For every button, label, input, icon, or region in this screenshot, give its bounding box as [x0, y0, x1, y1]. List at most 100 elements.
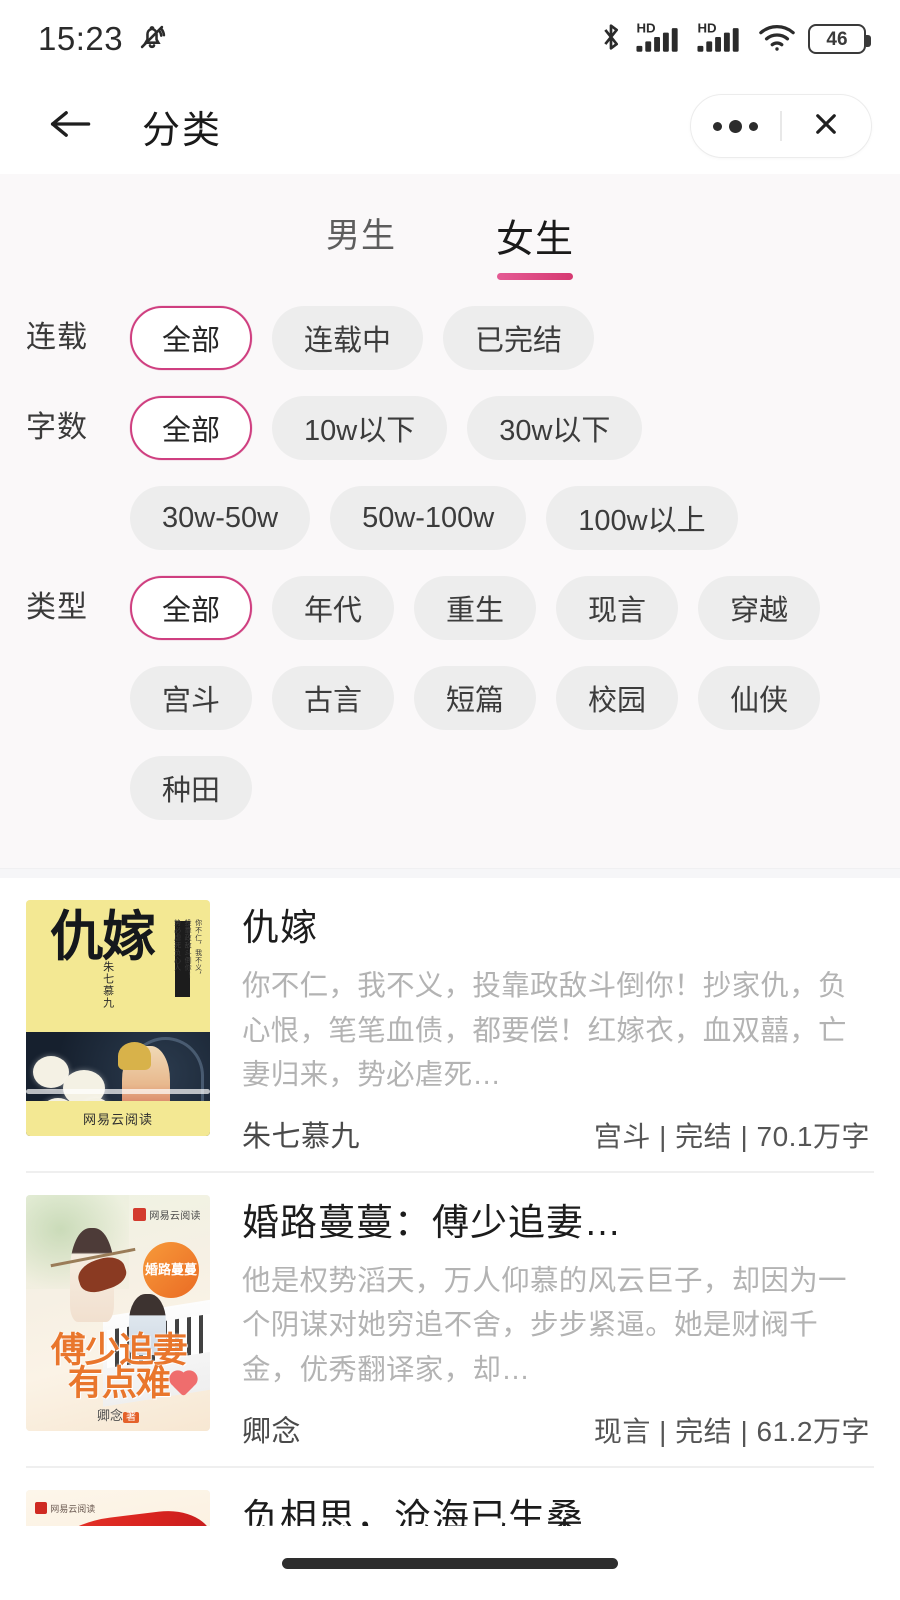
cover-author-text: 卿念: [96, 1407, 123, 1423]
hd-signal-icon: HD: [635, 19, 685, 60]
status-bar: 15:23 HD HD 46: [0, 0, 900, 78]
chip-genre-xiaoyuan[interactable]: 校园: [556, 666, 679, 730]
book-tags: 现言 | 完结 | 61.2万字: [593, 1415, 870, 1447]
chip-genre-duanpian[interactable]: 短篇: [414, 666, 537, 730]
book-title: 负相思，沧海已生桑: [242, 1496, 584, 1526]
tab-female[interactable]: 女生: [496, 208, 574, 280]
filter-chips-genre-2: 宫斗 古言 短篇 校园 仙侠: [130, 666, 900, 730]
cover-brand: 网易云阅读: [149, 1210, 201, 1222]
silent-bell-icon: [135, 20, 169, 59]
filter-row-genre-3: 种田: [0, 756, 900, 820]
cover-art-fu-xiangsi: 网易云阅读 负相思 沧海 已生桑 FUXIANGSI CANGHAI YISHE…: [26, 1489, 210, 1526]
filter-label-serialization: 连载: [26, 321, 88, 354]
section-separator: [0, 868, 900, 878]
wifi-icon: [757, 21, 797, 58]
chip-genre-all[interactable]: 全部: [130, 576, 253, 640]
filter-chips-wordcount: 全部 10w以下 30w以下: [130, 396, 900, 460]
filter-label-genre: 类型: [26, 591, 88, 624]
filter-chips-wordcount-2: 30w-50w 50w-100w 100w以上: [130, 486, 900, 550]
more-button[interactable]: [691, 95, 780, 157]
cover-brand: 网易云阅读: [50, 1503, 96, 1514]
chip-serialization-completed[interactable]: 已完结: [443, 306, 595, 370]
filter-row-serialization: 连载 全部 连载中 已完结: [0, 306, 900, 370]
book-tags: 宫斗 | 完结 | 70.1万字: [593, 1120, 870, 1152]
filter-row-wordcount-2: 30w-50w 50w-100w 100w以上: [0, 486, 900, 550]
cover-title-text: 仇嫁: [49, 903, 156, 968]
book-author: 朱七慕九: [242, 1120, 361, 1153]
book-cover: 网易云阅读 婚路蔓蔓 傅少追妻 有点难 卿念著: [26, 1194, 210, 1431]
cover-author-line: 卿念著: [26, 1405, 210, 1424]
svg-text:HD: HD: [636, 20, 655, 35]
status-bar-left: 15:23: [38, 20, 169, 59]
chip-serialization-all[interactable]: 全部: [130, 306, 253, 370]
svg-text:HD: HD: [697, 20, 716, 35]
book-list-item[interactable]: 网易云阅读 婚路蔓蔓 傅少追妻 有点难 卿念著 婚路蔓蔓：傅少追妻… 他是权势滔…: [0, 1173, 900, 1468]
cover-brand: 网易云阅读: [82, 1111, 153, 1127]
book-description: 他是权势滔天，万人仰慕的风云巨子，却因为一个阴谋对她穷追不舍，步步紧逼。她是财阀…: [242, 1265, 847, 1386]
chip-genre-zhongtian[interactable]: 种田: [130, 756, 253, 820]
chip-wordcount-over100w[interactable]: 100w以上: [546, 486, 738, 550]
book-list: 仇嫁 朱七慕九 你不仁，我不义，投靠政敌斗倒你！势必虐死负心人 网易云阅读 仇嫁…: [0, 878, 900, 1526]
home-indicator-area: [0, 1526, 900, 1600]
filter-row-wordcount: 字数 全部 10w以下 30w以下: [0, 396, 900, 460]
cover-side-text: 你不仁，我不义，投靠政敌斗倒你！势必虐死负心人: [173, 918, 202, 979]
filter-panel: 男生 女生 连载 全部 连载中 已完结 字数 全部 10w以下 30w以下 30…: [0, 174, 900, 868]
chip-wordcount-30w-50w[interactable]: 30w-50w: [130, 486, 311, 550]
filter-row-genre: 类型 全部 年代 重生 现言 穿越: [0, 576, 900, 640]
book-cover: 仇嫁 朱七慕九 你不仁，我不义，投靠政敌斗倒你！势必虐死负心人 网易云阅读: [26, 900, 210, 1136]
chip-wordcount-under10w[interactable]: 10w以下: [272, 396, 448, 460]
book-title: 婚路蔓蔓：傅少追妻…: [242, 1201, 622, 1243]
book-title: 仇嫁: [242, 907, 318, 948]
filter-chips-genre: 全部 年代 重生 现言 穿越: [130, 576, 900, 640]
gender-tabs: 男生 女生: [0, 174, 900, 280]
chip-genre-xianyan[interactable]: 现言: [556, 576, 679, 640]
cover-brand-logo: 网易云阅读: [35, 1502, 95, 1515]
filter-chips-serialization: 全部 连载中 已完结: [130, 306, 900, 370]
cover-art-chou-jia: 仇嫁 朱七慕九 你不仁，我不义，投靠政敌斗倒你！势必虐死负心人 网易云阅读: [26, 900, 210, 1136]
chip-serialization-ongoing[interactable]: 连载中: [272, 306, 424, 370]
filter-label-wordcount: 字数: [26, 411, 88, 444]
close-button[interactable]: [782, 95, 871, 157]
battery-icon: 46: [808, 24, 871, 54]
netease-mark-icon: [35, 1502, 48, 1515]
home-indicator[interactable]: [282, 1557, 618, 1569]
app-screen: 15:23 HD HD 46 分类 男生 女生 连载 全部 连载中 已完结 字数…: [0, 0, 900, 1600]
chip-genre-xianxia[interactable]: 仙侠: [698, 666, 821, 730]
active-tab-underline: [496, 273, 573, 280]
chip-genre-guyan[interactable]: 古言: [272, 666, 395, 730]
cover-art-hunlu-manman: 网易云阅读 婚路蔓蔓 傅少追妻 有点难 卿念著: [26, 1194, 210, 1431]
cover-title-line1: 傅少追妻: [50, 1329, 188, 1371]
chip-genre-gongdou[interactable]: 宫斗: [130, 666, 253, 730]
status-bar-right: HD HD 46: [598, 19, 871, 60]
close-x-icon: [811, 109, 841, 144]
miniapp-capsule: [690, 94, 872, 158]
filter-chips-genre-3: 种田: [130, 756, 900, 820]
hd-signal-icon-2: HD: [696, 19, 746, 60]
back-arrow-icon: [47, 104, 95, 149]
chip-genre-chuanyue[interactable]: 穿越: [698, 576, 821, 640]
chip-genre-niandai[interactable]: 年代: [272, 576, 395, 640]
filter-row-genre-2: 宫斗 古言 短篇 校园 仙侠: [0, 666, 900, 730]
book-cover: 网易云阅读 负相思 沧海 已生桑 FUXIANGSI CANGHAI YISHE…: [26, 1489, 210, 1526]
book-info: 婚路蔓蔓：傅少追妻… 他是权势滔天，万人仰慕的风云巨子，却因为一个阴谋对她穷追不…: [210, 1195, 870, 1468]
chip-wordcount-50w-100w[interactable]: 50w-100w: [330, 486, 527, 550]
tab-male-label: 男生: [325, 217, 396, 255]
cover-author-suffix: 著: [123, 1411, 139, 1423]
tab-female-label: 女生: [495, 219, 574, 261]
page-title: 分类: [142, 109, 223, 152]
cover-badge-text: 婚路蔓蔓: [144, 1262, 197, 1278]
cover-badge: 婚路蔓蔓: [142, 1242, 199, 1299]
chip-genre-chongsheng[interactable]: 重生: [414, 576, 537, 640]
tab-male[interactable]: 男生: [326, 208, 396, 280]
book-info: 负相思，沧海已生桑 她本是一滴雀血衍化而成，无父无母无性别，得他眷顾，安静相伴。…: [210, 1490, 870, 1526]
chip-wordcount-all[interactable]: 全部: [130, 396, 253, 460]
back-button[interactable]: [40, 95, 102, 157]
cover-author-text: 朱七慕九: [101, 961, 114, 1010]
chip-wordcount-under30w[interactable]: 30w以下: [467, 396, 643, 460]
status-time: 15:23: [38, 20, 124, 57]
book-list-item[interactable]: 网易云阅读 负相思 沧海 已生桑 FUXIANGSI CANGHAI YISHE…: [0, 1468, 900, 1526]
book-meta-row: 卿念 现言 | 完结 | 61.2万字: [242, 1392, 870, 1450]
book-meta-row: 朱七慕九 宫斗 | 完结 | 70.1万字: [242, 1097, 870, 1155]
book-list-item[interactable]: 仇嫁 朱七慕九 你不仁，我不义，投靠政敌斗倒你！势必虐死负心人 网易云阅读 仇嫁…: [0, 878, 900, 1173]
cover-brand-logo: 网易云阅读: [133, 1207, 201, 1222]
